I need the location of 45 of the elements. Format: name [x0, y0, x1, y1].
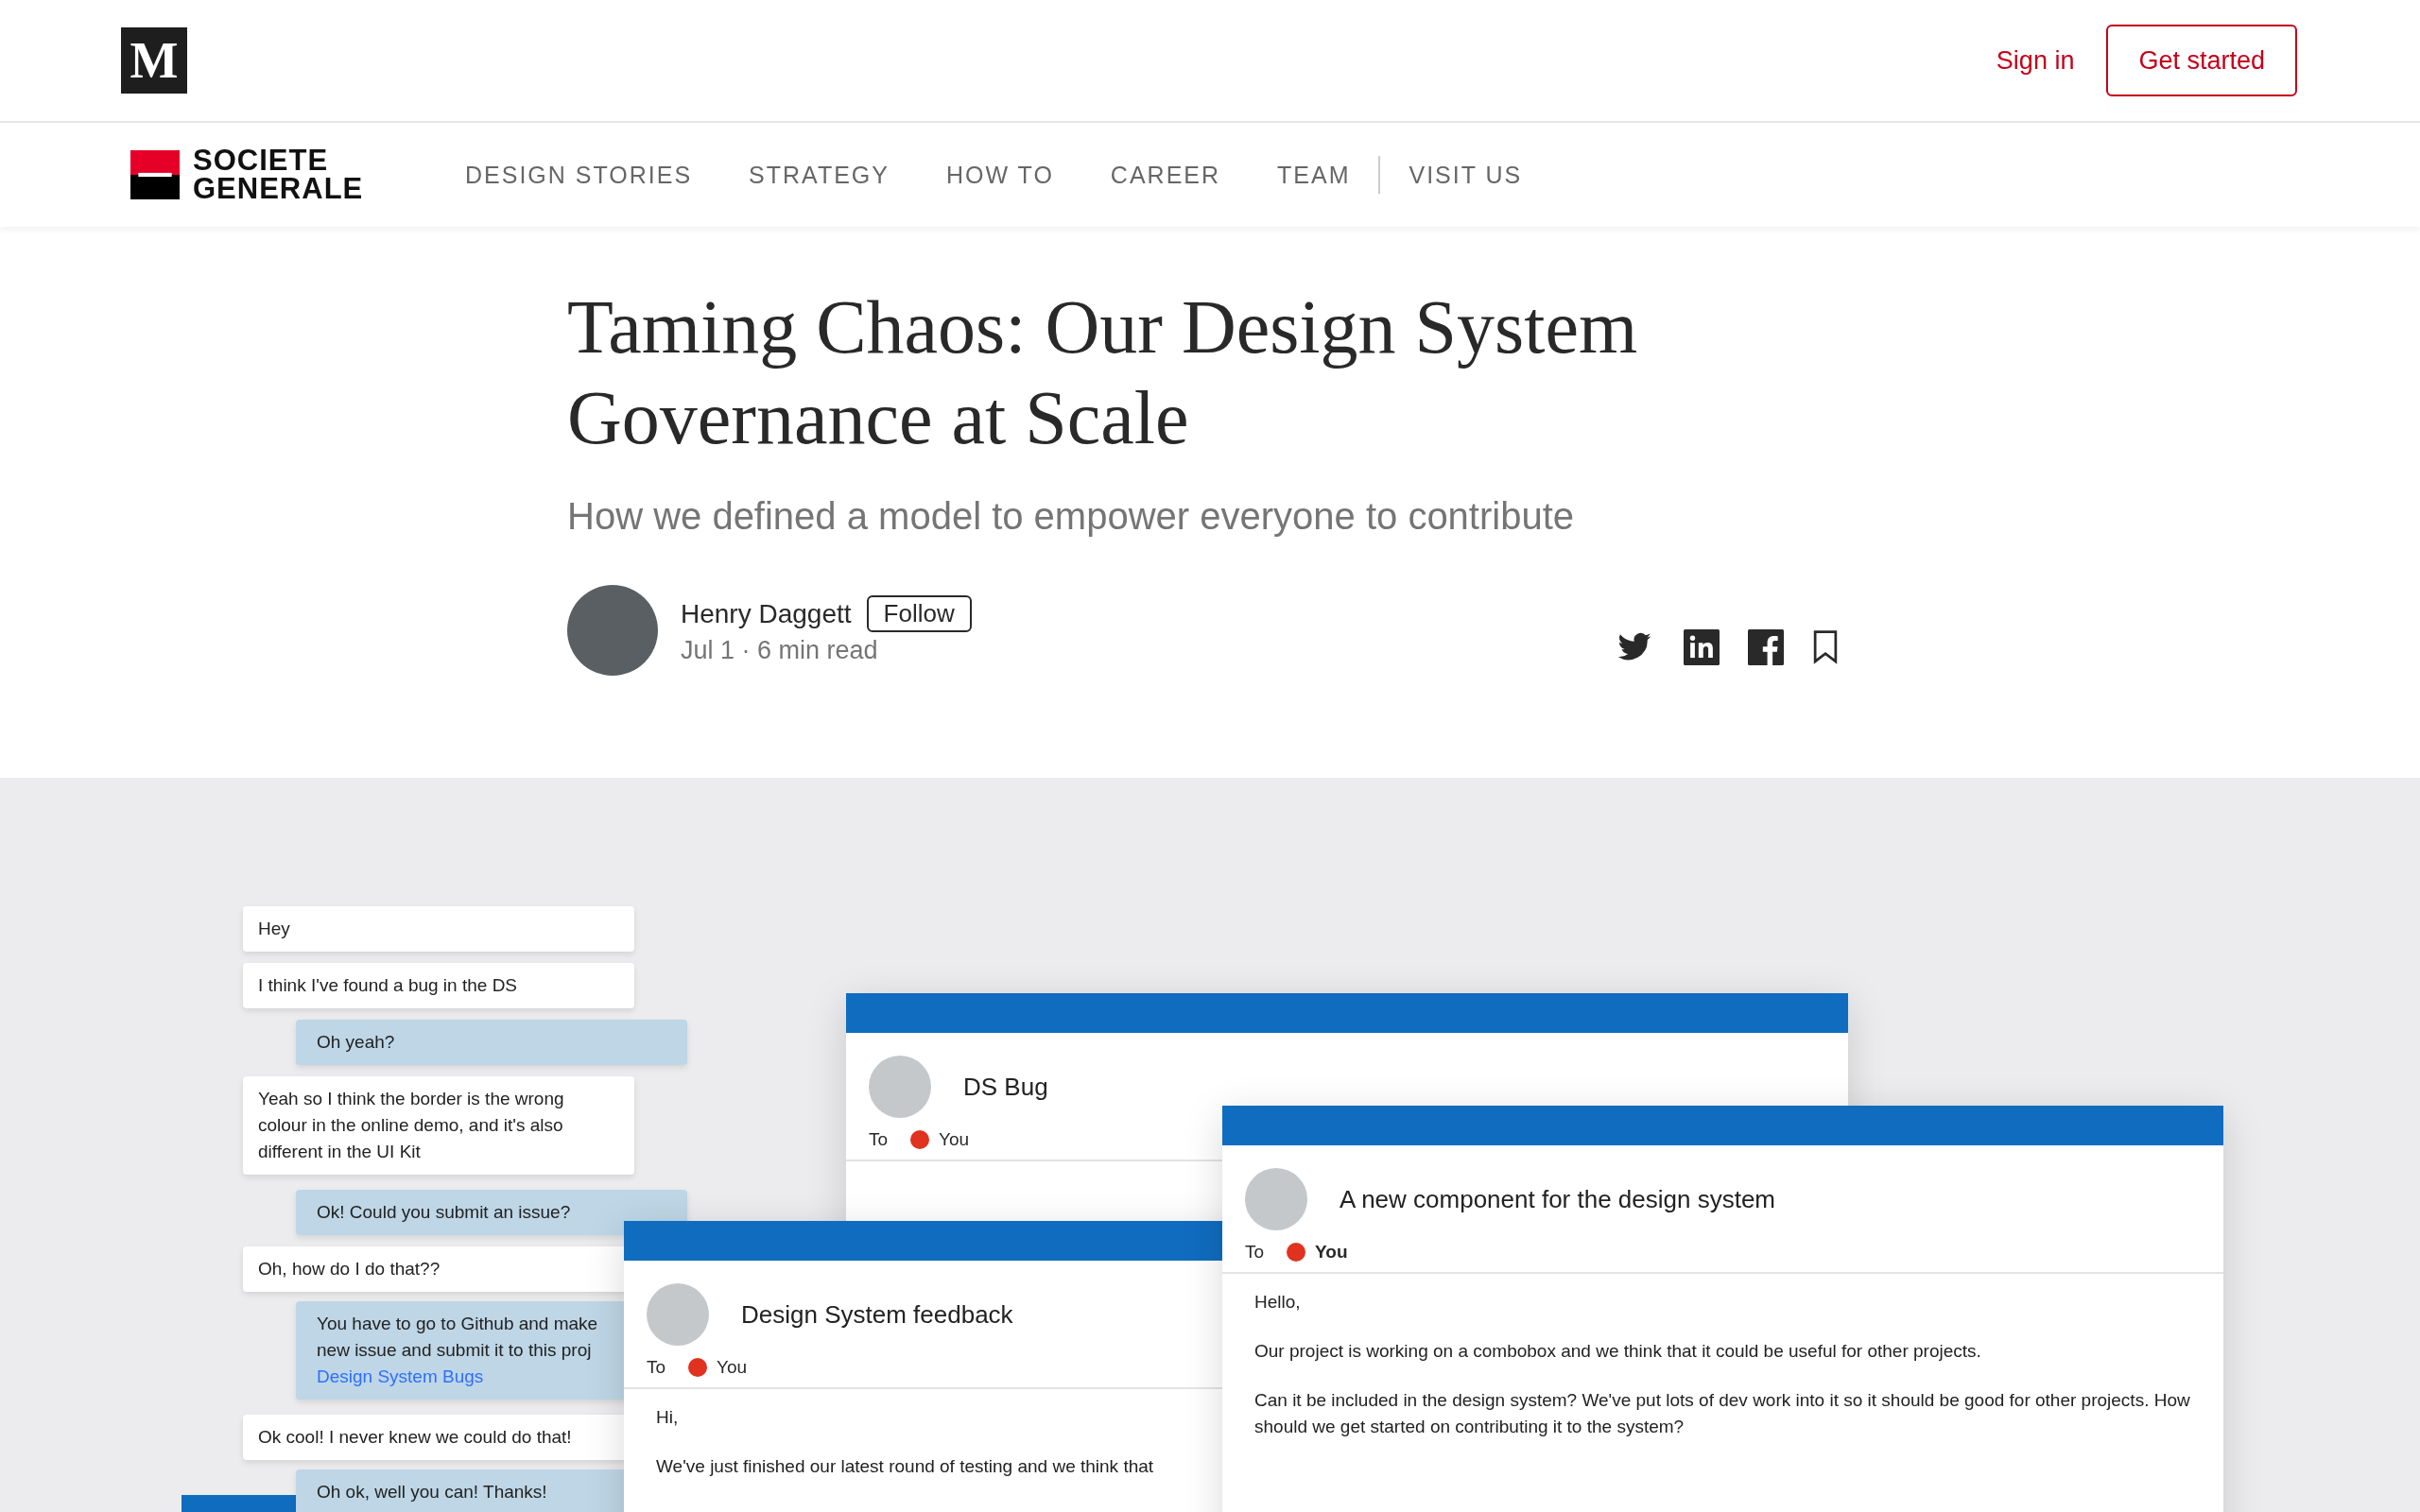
nav-link[interactable]: VISIT US — [1409, 161, 1523, 189]
nav-link[interactable]: CAREER — [1110, 161, 1221, 189]
email-text: Can it be included in the design system? We've put lots of dev work into it so it should be good for other projects. How should we get started on contributing it to the system? — [1254, 1389, 2191, 1438]
author-name[interactable]: Henry Daggett — [681, 598, 852, 629]
publication-logo-icon[interactable] — [130, 150, 180, 199]
chat-message: Oh yeah? — [317, 1031, 396, 1054]
email-text: Our project is working on a combobox and we think that it could be useful for other projects. — [1254, 1340, 1982, 1363]
chat-message: Ok cool! I never knew we could do that! — [258, 1426, 573, 1449]
recipient-dot — [910, 1130, 930, 1149]
recipient-name: You — [939, 1129, 970, 1150]
email-subject: A new component for the design system — [1340, 1184, 1776, 1214]
email-text: Hello, — [1254, 1291, 1302, 1314]
site-logo[interactable]: M — [121, 27, 187, 94]
email-subject: DS Bug — [963, 1072, 1048, 1102]
publication-name: SOCIETE GENERALE — [193, 146, 364, 203]
recipient-dot — [1287, 1243, 1306, 1262]
chat-message: Oh, how do I do that?? — [258, 1258, 441, 1280]
sign-in-link[interactable]: Sign in — [1996, 45, 2075, 76]
to-label: To — [1245, 1242, 1265, 1263]
bookmark-icon[interactable] — [1812, 629, 1839, 665]
chat-link[interactable]: Design System Bugs — [317, 1364, 484, 1390]
to-label: To — [647, 1357, 666, 1378]
chat-message: Yeah so I think the border is the wrong colour in the online demo, and it's also different in the UI Kit — [258, 1088, 565, 1163]
article-meta: Jul 1 · 6 min read — [681, 636, 879, 665]
linkedin-icon[interactable] — [1684, 629, 1720, 665]
chat-message: Hey — [258, 918, 291, 940]
recipient-name: You — [1315, 1242, 1348, 1263]
facebook-icon[interactable] — [1748, 629, 1784, 665]
chat-message: You have to go to Github and make new issue and submit it to this proj — [317, 1313, 599, 1362]
nav-link[interactable]: STRATEGY — [749, 161, 890, 189]
article-subtitle: How we defined a model to empower everyone to contribute — [567, 495, 1576, 538]
nav-link[interactable]: DESIGN STORIES — [465, 161, 693, 189]
nav-link[interactable]: HOW TO — [946, 161, 1054, 189]
chat-message: Oh ok, well you can! Thanks! — [317, 1481, 548, 1503]
follow-button[interactable]: Follow — [866, 595, 972, 632]
nav-link[interactable]: TEAM — [1277, 161, 1351, 189]
recipient-dot — [688, 1358, 708, 1377]
to-label: To — [869, 1129, 889, 1150]
recipient-name: You — [717, 1357, 748, 1378]
article-title: Taming Chaos: Our Design System Governance at Scale — [567, 284, 1639, 461]
chat-message: I think I've found a bug in the DS — [258, 974, 519, 997]
email-text: We've just finished our latest round of testing and we think that — [656, 1455, 1155, 1478]
get-started-button[interactable]: Get started — [2106, 25, 2297, 96]
chat-message: Ok! Could you submit an issue? — [317, 1201, 572, 1224]
email-subject: Design System feedback — [741, 1299, 1013, 1330]
